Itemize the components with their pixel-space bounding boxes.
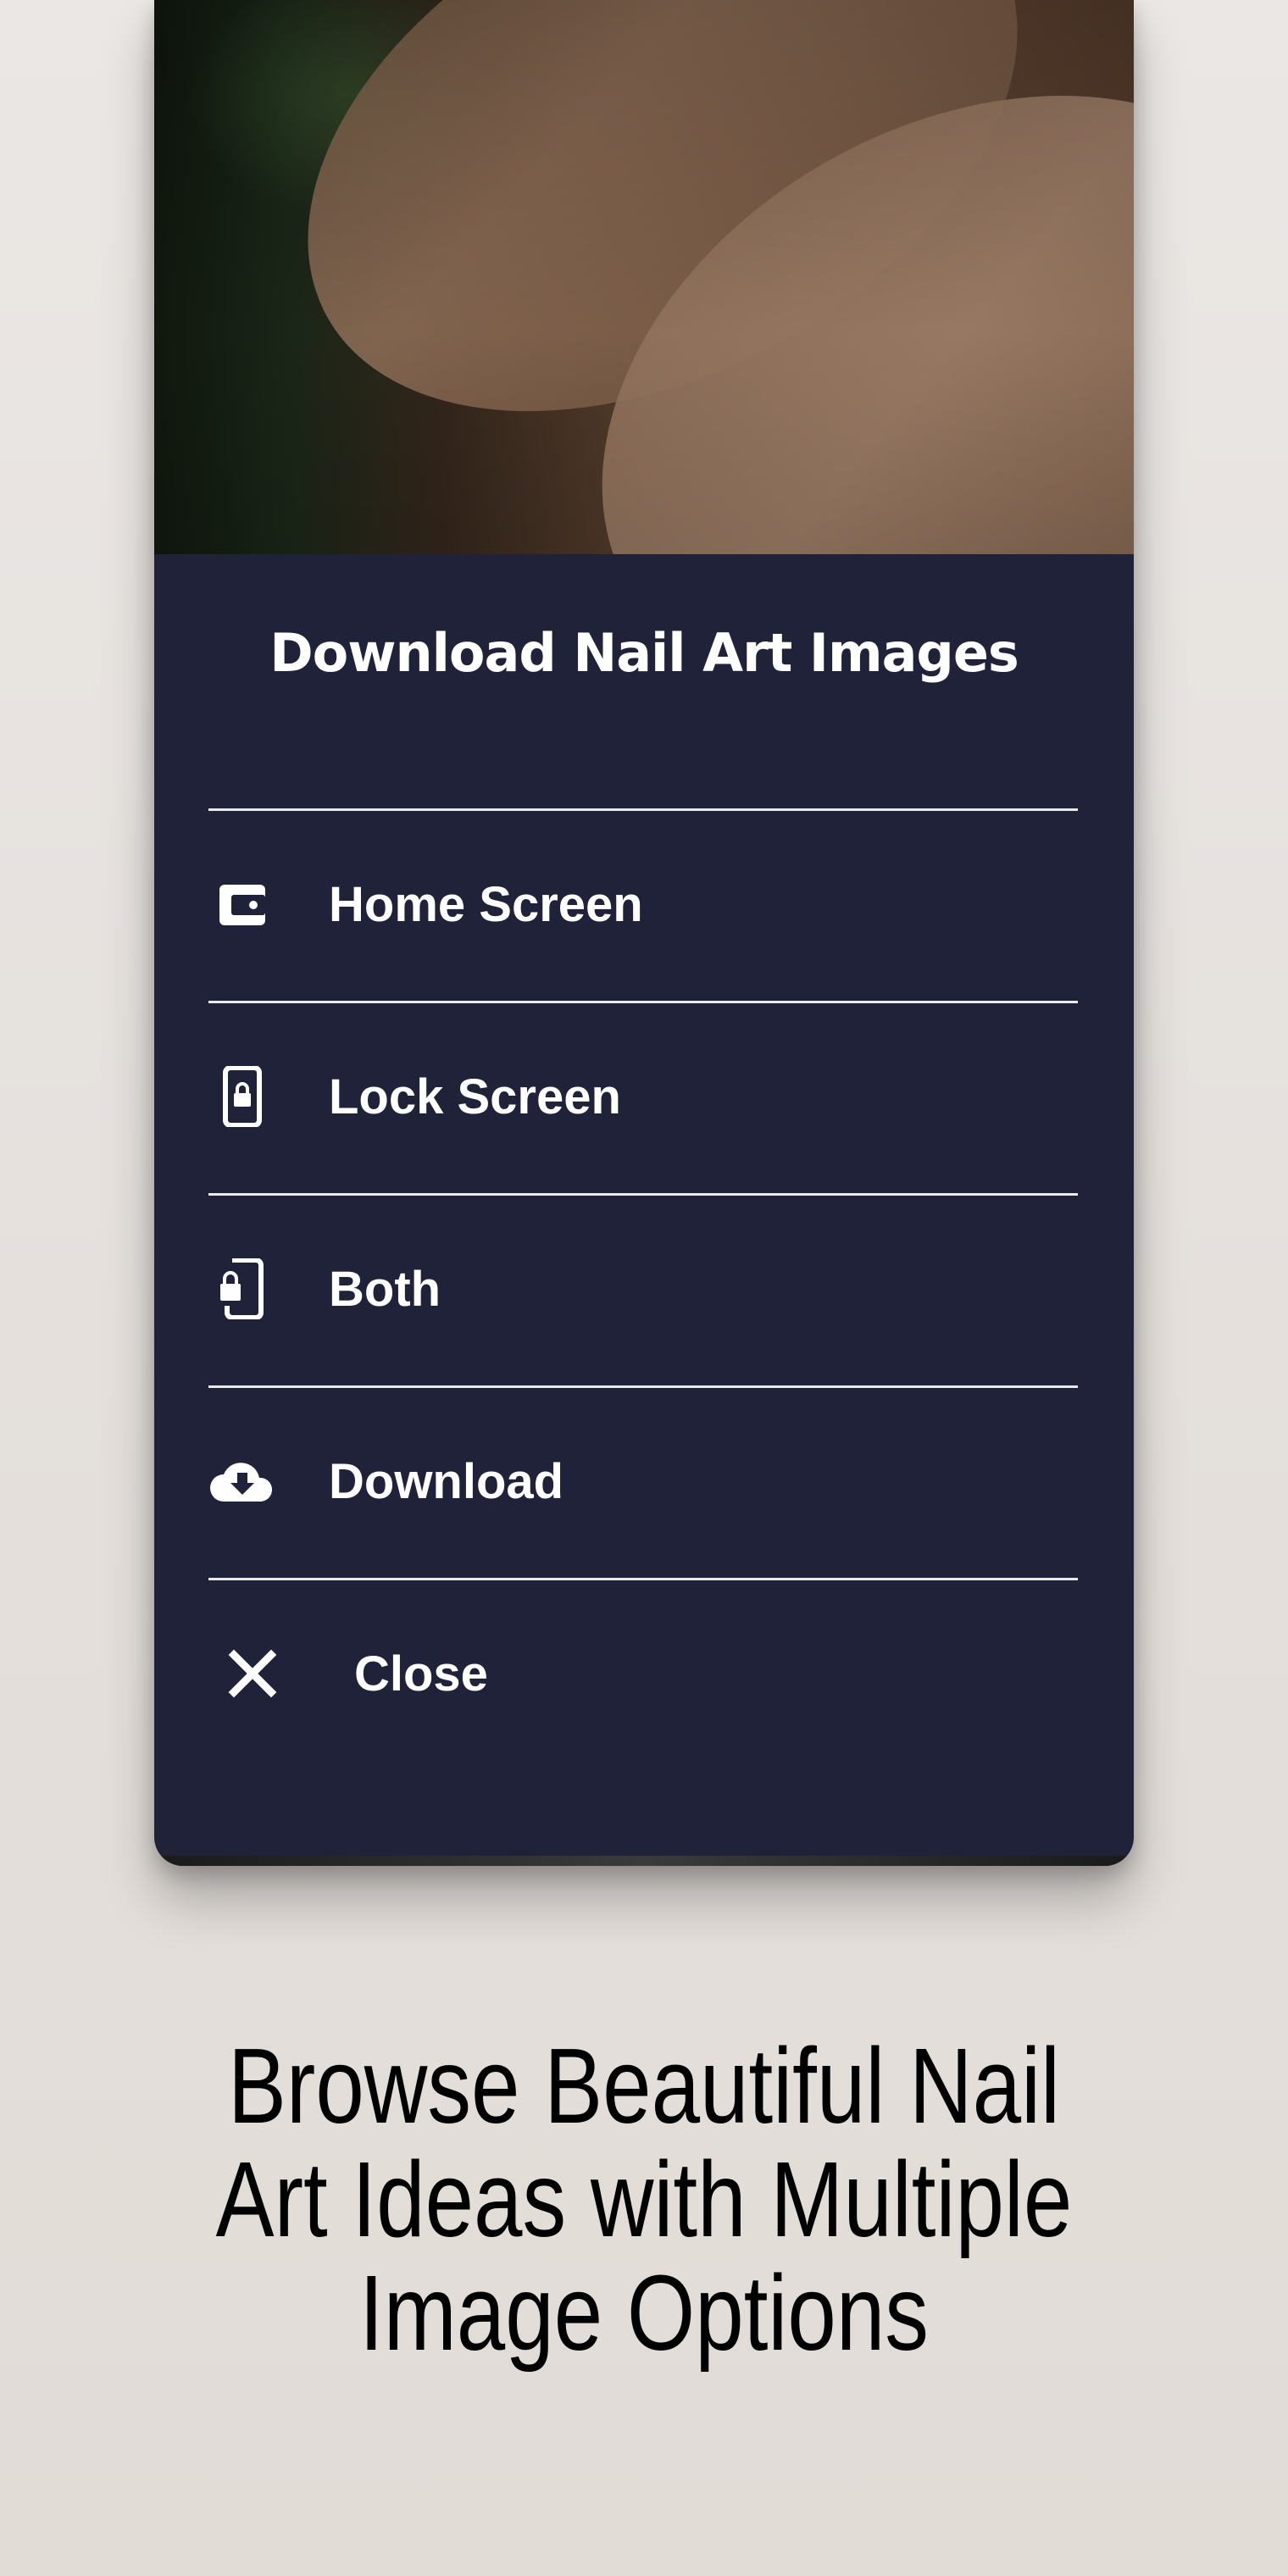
promo-caption: Browse Beautiful Nail Art Ideas with Mul…	[215, 2026, 1073, 2373]
download-dialog: Download Nail Art Images Home Screen Loc…	[154, 554, 1134, 1856]
phone-lock-side-icon	[208, 1255, 276, 1323]
nail-art-photo	[154, 0, 1134, 554]
wallpaper-icon	[208, 870, 276, 938]
phone-mockup: Download Nail Art Images Home Screen Loc…	[154, 0, 1134, 1866]
both-label: Both	[329, 1261, 441, 1317]
home-screen-label: Home Screen	[329, 876, 643, 932]
close-label: Close	[354, 1646, 488, 1702]
cloud-download-icon	[208, 1447, 276, 1515]
download-option[interactable]: Download	[208, 1388, 1078, 1574]
lock-screen-option[interactable]: Lock Screen	[208, 1003, 1078, 1190]
phone-lock-icon	[208, 1063, 276, 1130]
both-option[interactable]: Both	[208, 1196, 1078, 1382]
download-label: Download	[329, 1453, 564, 1509]
image-edge-strip	[154, 1856, 1134, 1866]
close-option[interactable]: Close	[208, 1580, 1078, 1767]
home-screen-option[interactable]: Home Screen	[208, 811, 1078, 997]
close-icon	[219, 1640, 286, 1707]
lock-screen-label: Lock Screen	[329, 1069, 621, 1124]
dialog-title: Download Nail Art Images	[269, 622, 1019, 684]
